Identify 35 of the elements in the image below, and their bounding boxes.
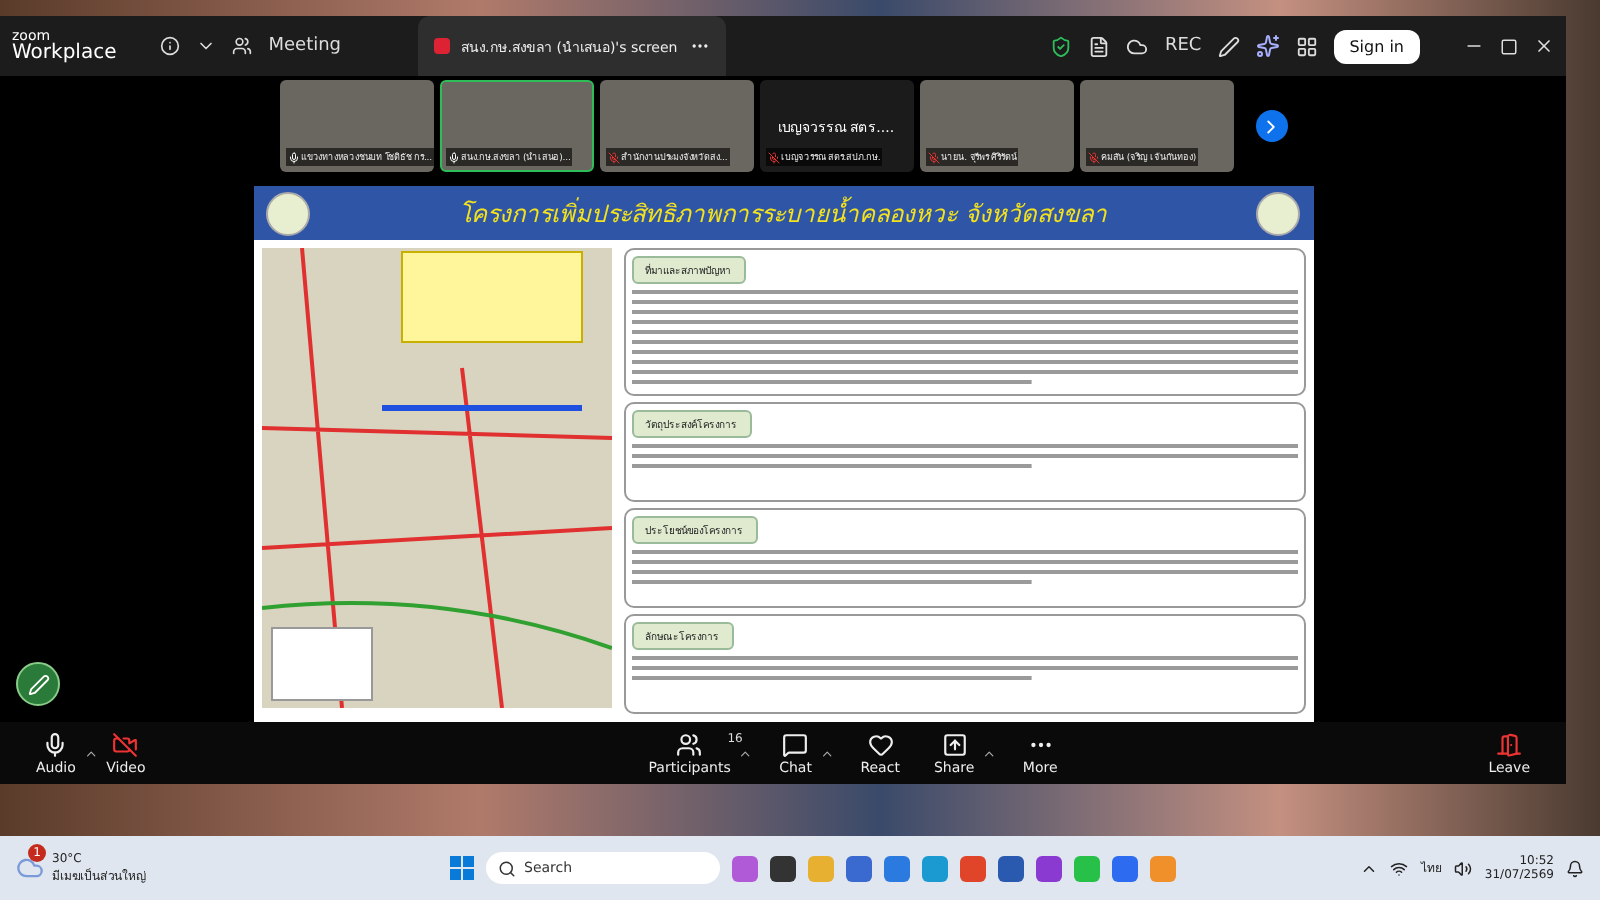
heart-icon [867, 731, 894, 758]
maximize-icon[interactable] [1500, 37, 1518, 55]
microphone-icon [42, 731, 69, 758]
logo-icon [1256, 191, 1301, 236]
bell-icon[interactable] [1566, 859, 1584, 877]
pen-icon [27, 673, 49, 696]
close-icon[interactable] [1534, 36, 1554, 56]
windows-logo-icon[interactable] [450, 856, 474, 880]
app-icon[interactable] [770, 855, 796, 881]
notes-icon[interactable] [1088, 35, 1111, 57]
cloud-icon[interactable] [16, 854, 44, 882]
app-icon[interactable] [998, 855, 1024, 881]
chat-icon [782, 731, 809, 758]
leave-icon [1496, 731, 1523, 758]
annotate-button[interactable] [16, 662, 60, 707]
meeting-label[interactable]: Meeting [268, 36, 342, 56]
wifi-icon[interactable] [1390, 859, 1409, 877]
sign-in-button[interactable]: Sign in [1333, 29, 1420, 63]
video-off-icon [112, 731, 139, 758]
cloud-icon [1126, 35, 1149, 57]
volume-icon[interactable] [1454, 859, 1473, 877]
participants-icon [676, 731, 703, 758]
pen-icon[interactable] [1217, 35, 1240, 57]
sparkles-icon[interactable] [1255, 34, 1280, 58]
record-label[interactable]: REC [1164, 36, 1202, 56]
next-page-button[interactable] [1255, 110, 1287, 143]
grid-icon[interactable] [1295, 35, 1318, 57]
brand-name: Workplace [12, 43, 117, 63]
app-icon[interactable] [1036, 855, 1062, 881]
shield-icon[interactable] [1050, 35, 1073, 57]
search-icon [498, 859, 516, 877]
info-icon[interactable] [160, 36, 181, 56]
slide-title: โครงการเพิ่มประสิทธิภาพการระบายน้ำคลองหวะ จังหวัดสงขลา [459, 194, 1107, 233]
meeting-icon [232, 36, 253, 56]
logo-icon [265, 191, 309, 236]
